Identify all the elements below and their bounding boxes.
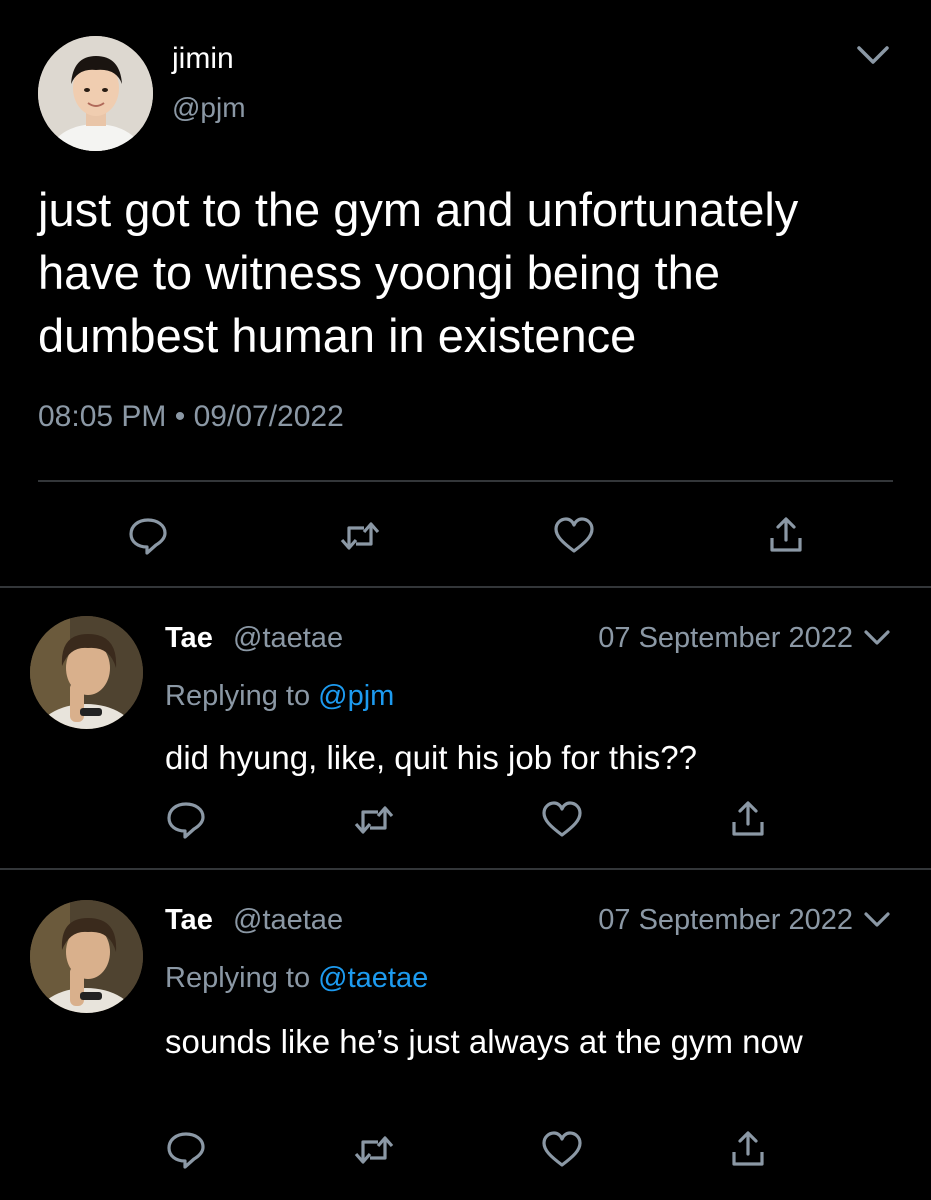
reply-tweet: Tae @taetae 07 September 2022 Replying t… bbox=[0, 588, 931, 868]
reply-button[interactable] bbox=[164, 798, 208, 842]
like-button[interactable] bbox=[540, 798, 584, 842]
share-button[interactable] bbox=[726, 798, 770, 842]
tae-avatar[interactable] bbox=[30, 616, 143, 729]
share-icon bbox=[732, 801, 764, 836]
chevron-down-icon[interactable] bbox=[855, 42, 891, 70]
tweet-date: 09/07/2022 bbox=[193, 400, 344, 433]
retweet-button[interactable] bbox=[352, 1128, 396, 1172]
share-button[interactable] bbox=[726, 1128, 770, 1172]
tweet-text: just got to the gym and unfortunately ha… bbox=[38, 183, 799, 362]
tweet-time: 08:05 PM bbox=[38, 400, 167, 433]
tae-avatar[interactable] bbox=[30, 900, 143, 1013]
comment-bubble-icon bbox=[167, 1132, 205, 1169]
retweet-icon bbox=[354, 806, 394, 834]
reply-text: sounds like he’s just always at the gym … bbox=[165, 1023, 803, 1060]
replying-to-label: Replying to bbox=[165, 680, 311, 712]
reply-author-name[interactable]: Tae bbox=[165, 622, 213, 655]
reply-text: did hyung, like, quit his job for this?? bbox=[165, 739, 697, 776]
heart-icon bbox=[554, 517, 594, 553]
reply-tweet: Tae @taetae 07 September 2022 Replying t… bbox=[0, 870, 931, 1200]
retweet-icon bbox=[340, 522, 380, 550]
share-icon bbox=[732, 1131, 764, 1166]
reply-author-handle[interactable]: @taetae bbox=[233, 622, 343, 655]
like-button[interactable] bbox=[540, 1128, 584, 1172]
comment-bubble-icon bbox=[129, 518, 167, 555]
heart-icon bbox=[542, 801, 582, 837]
author-name[interactable]: jimin bbox=[172, 42, 234, 76]
reply-button[interactable] bbox=[164, 1128, 208, 1172]
share-icon bbox=[770, 517, 802, 552]
like-button[interactable] bbox=[552, 514, 596, 558]
reply-date: 07 September 2022 bbox=[598, 622, 853, 654]
retweet-button[interactable] bbox=[352, 798, 396, 842]
share-button[interactable] bbox=[764, 514, 808, 558]
divider bbox=[38, 480, 893, 482]
tweet-timestamp: 08:05 PM • 09/07/2022 bbox=[38, 400, 344, 434]
chevron-down-icon[interactable] bbox=[862, 908, 892, 932]
replying-to: Replying to @pjm bbox=[165, 680, 394, 713]
retweet-button[interactable] bbox=[338, 514, 382, 558]
main-tweet: jimin @pjm just got to the gym and unfor… bbox=[0, 0, 931, 588]
jimin-avatar[interactable] bbox=[38, 36, 153, 151]
reply-author-name[interactable]: Tae bbox=[165, 904, 213, 937]
replying-to-label: Replying to bbox=[165, 962, 311, 994]
heart-icon bbox=[542, 1131, 582, 1167]
author-handle[interactable]: @pjm bbox=[172, 92, 246, 124]
retweet-icon bbox=[354, 1136, 394, 1164]
reply-button[interactable] bbox=[126, 514, 170, 558]
chevron-down-icon[interactable] bbox=[862, 626, 892, 650]
replying-to: Replying to @taetae bbox=[165, 962, 428, 995]
timestamp-separator: • bbox=[174, 400, 186, 433]
reply-author-handle[interactable]: @taetae bbox=[233, 904, 343, 937]
comment-bubble-icon bbox=[167, 802, 205, 839]
mention-link[interactable]: @pjm bbox=[318, 680, 394, 712]
reply-date: 07 September 2022 bbox=[598, 904, 853, 936]
mention-link[interactable]: @taetae bbox=[318, 962, 428, 994]
